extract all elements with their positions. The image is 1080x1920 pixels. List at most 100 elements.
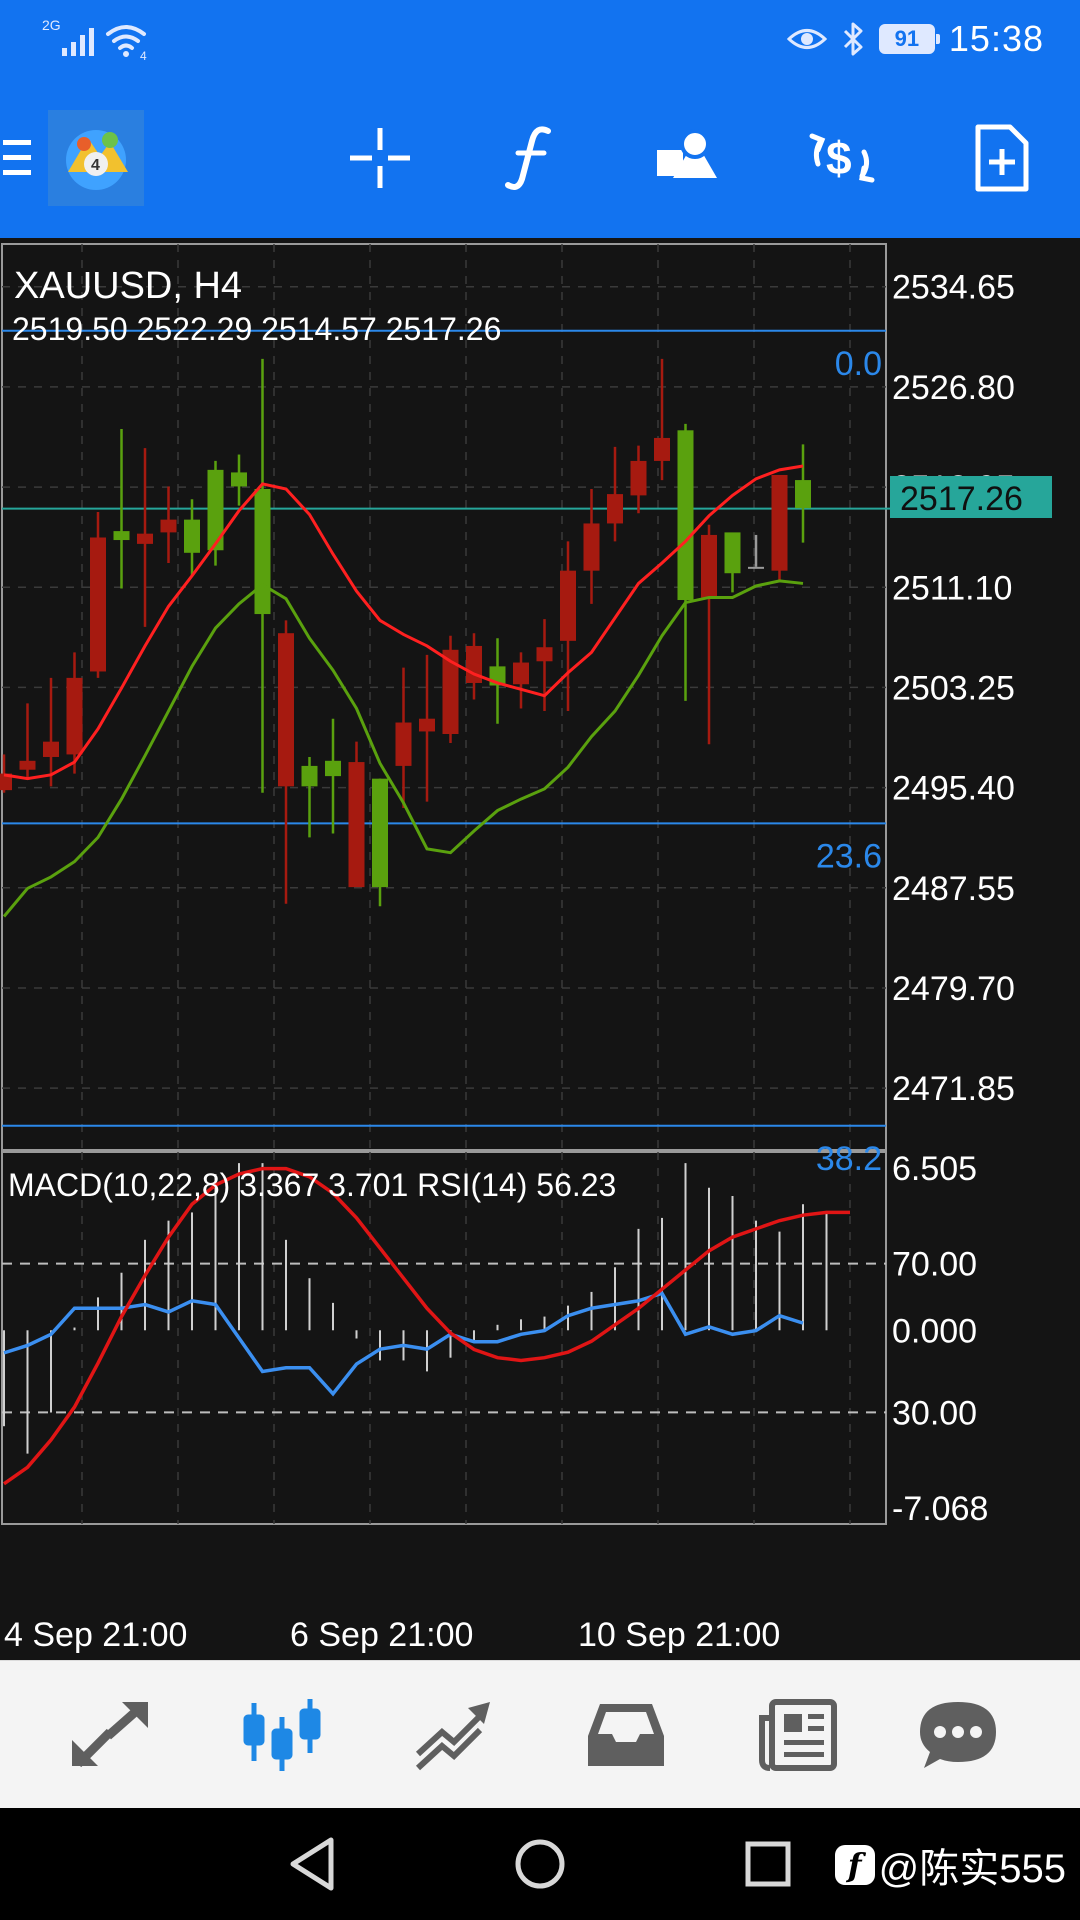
- indicator-axis-label: -7.068: [892, 1490, 988, 1528]
- chart-toolbar: 4 $: [0, 78, 1080, 238]
- price-axis-label: 2487.55: [892, 870, 1015, 908]
- candle-body: [231, 472, 247, 487]
- price-chart[interactable]: 0.023.638.2 2534.652526.802518.952511.10…: [0, 238, 1080, 1660]
- chart-area[interactable]: 0.023.638.2 2534.652526.802518.952511.10…: [0, 238, 1080, 1660]
- recents-square-icon: [745, 1841, 791, 1887]
- candle-body: [724, 532, 741, 574]
- candle-body: [795, 480, 811, 509]
- candle-body: [113, 531, 130, 541]
- price-axis-label: 2495.40: [892, 770, 1015, 808]
- indicator-axis-label: 30.00: [892, 1394, 977, 1432]
- candle-body: [513, 662, 529, 685]
- home-button[interactable]: [500, 1808, 580, 1920]
- mt4-logo-icon: 4: [48, 110, 144, 206]
- tab-messages[interactable]: [878, 1661, 1038, 1809]
- home-circle-icon: [515, 1839, 565, 1889]
- candle-body: [677, 430, 694, 601]
- svg-text:4: 4: [91, 157, 100, 174]
- wifi-icon: [106, 25, 146, 50]
- signal-icon: 2G 4: [42, 17, 147, 63]
- watermark-logo-icon: f: [834, 1845, 875, 1885]
- battery-indicator: 91: [878, 24, 940, 54]
- bottom-tab-bar: [0, 1660, 1080, 1809]
- price-axis-label: 2526.80: [892, 369, 1015, 407]
- fib-level-label: 0.0: [835, 345, 882, 383]
- tab-trade[interactable]: [374, 1661, 534, 1809]
- candle-body: [395, 722, 412, 766]
- candle-body: [701, 534, 717, 598]
- tab-quotes[interactable]: [30, 1661, 190, 1809]
- candlestick-icon: [243, 1699, 321, 1771]
- candle-body: [536, 647, 553, 662]
- indicator-axis-label: 6.505: [892, 1150, 977, 1188]
- time-axis-label: 10 Sep 21:00: [578, 1616, 780, 1654]
- function-icon: [505, 126, 551, 190]
- candle-body: [560, 570, 576, 641]
- candle-body: [137, 533, 153, 544]
- new-document-icon: [975, 124, 1029, 192]
- trade-button[interactable]: $: [802, 78, 882, 238]
- indicator-axis-label: 70.00: [892, 1246, 977, 1284]
- tab-news[interactable]: [718, 1661, 878, 1809]
- tab-chart[interactable]: [202, 1661, 362, 1809]
- shapes-icon: [657, 129, 717, 178]
- inbox-icon: [588, 1704, 664, 1766]
- candle-body: [278, 633, 294, 787]
- candle-body: [301, 765, 318, 787]
- fib-level-label: 23.6: [816, 837, 882, 875]
- crosshair-icon: [350, 128, 410, 188]
- back-triangle-icon: [290, 1837, 334, 1891]
- indicators-button[interactable]: [492, 78, 572, 238]
- recents-button[interactable]: [728, 1808, 808, 1920]
- crosshair-button[interactable]: [340, 78, 420, 238]
- candle-body: [19, 760, 36, 770]
- candle-body: [184, 519, 200, 553]
- tab-history[interactable]: [546, 1661, 706, 1809]
- svg-text:$: $: [826, 132, 852, 184]
- back-button[interactable]: [272, 1808, 352, 1920]
- candle-body: [325, 760, 341, 777]
- candle-body: [43, 741, 59, 757]
- status-bar: 2G 4 91 15:38: [0, 0, 1080, 78]
- clock: 15:38: [948, 18, 1044, 59]
- macd-signal-line: [2, 1166, 850, 1486]
- price-axis-label: 2503.25: [892, 669, 1015, 707]
- chat-bubble-icon: [920, 1702, 996, 1768]
- trade-trend-icon: [415, 1702, 490, 1771]
- status-left: 2G 4: [40, 14, 160, 64]
- symbol-title: XAUUSD, H4: [14, 265, 242, 307]
- menu-button[interactable]: [0, 78, 36, 238]
- metatrader-logo: 4: [48, 78, 144, 238]
- news-icon: [759, 1699, 837, 1771]
- candle-body: [90, 537, 106, 672]
- candle-body: [348, 762, 365, 888]
- price-axis-label: 2511.10: [892, 569, 1012, 607]
- watermark: f @陈实555: [834, 1836, 1066, 1894]
- ohlc-readout: 2519.50 2522.29 2514.57 2517.26: [12, 311, 501, 347]
- hamburger-icon: [3, 140, 31, 175]
- new-order-button[interactable]: [962, 78, 1042, 238]
- status-right: 91 15:38: [786, 14, 1044, 64]
- candle-body: [254, 489, 271, 615]
- objects-button[interactable]: [648, 78, 728, 238]
- fibonacci-levels: 0.0 23.6 38.2: [2, 329, 890, 1178]
- candle-body: [372, 778, 388, 888]
- dollar-exchange-icon: $: [809, 132, 875, 184]
- candle-body: [771, 474, 788, 571]
- quotes-arrows-icon: [72, 1702, 148, 1768]
- axis-labels: 2534.652526.802518.952511.102503.252495.…: [4, 269, 1015, 1654]
- candle-body: [419, 718, 435, 732]
- candle-body: [654, 437, 670, 461]
- candle-body: [160, 519, 177, 533]
- wifi-badge: 4: [140, 49, 147, 63]
- indicator-series: [2, 1163, 850, 1486]
- indicator-axis-label: 0.000: [892, 1312, 977, 1350]
- indicator-readout: MACD(10,22,8) 3.367 3.701 RSI(14) 56.23: [8, 1167, 616, 1203]
- system-nav-bar: f @陈实555: [0, 1808, 1080, 1920]
- network-type: 2G: [42, 17, 61, 33]
- candle-body: [607, 494, 623, 524]
- price-axis-label: 2479.70: [892, 970, 1015, 1008]
- bluetooth-icon: [843, 22, 863, 56]
- price-axis-label: 2471.85: [892, 1070, 1015, 1108]
- current-price-label: 2517.26: [900, 480, 1023, 518]
